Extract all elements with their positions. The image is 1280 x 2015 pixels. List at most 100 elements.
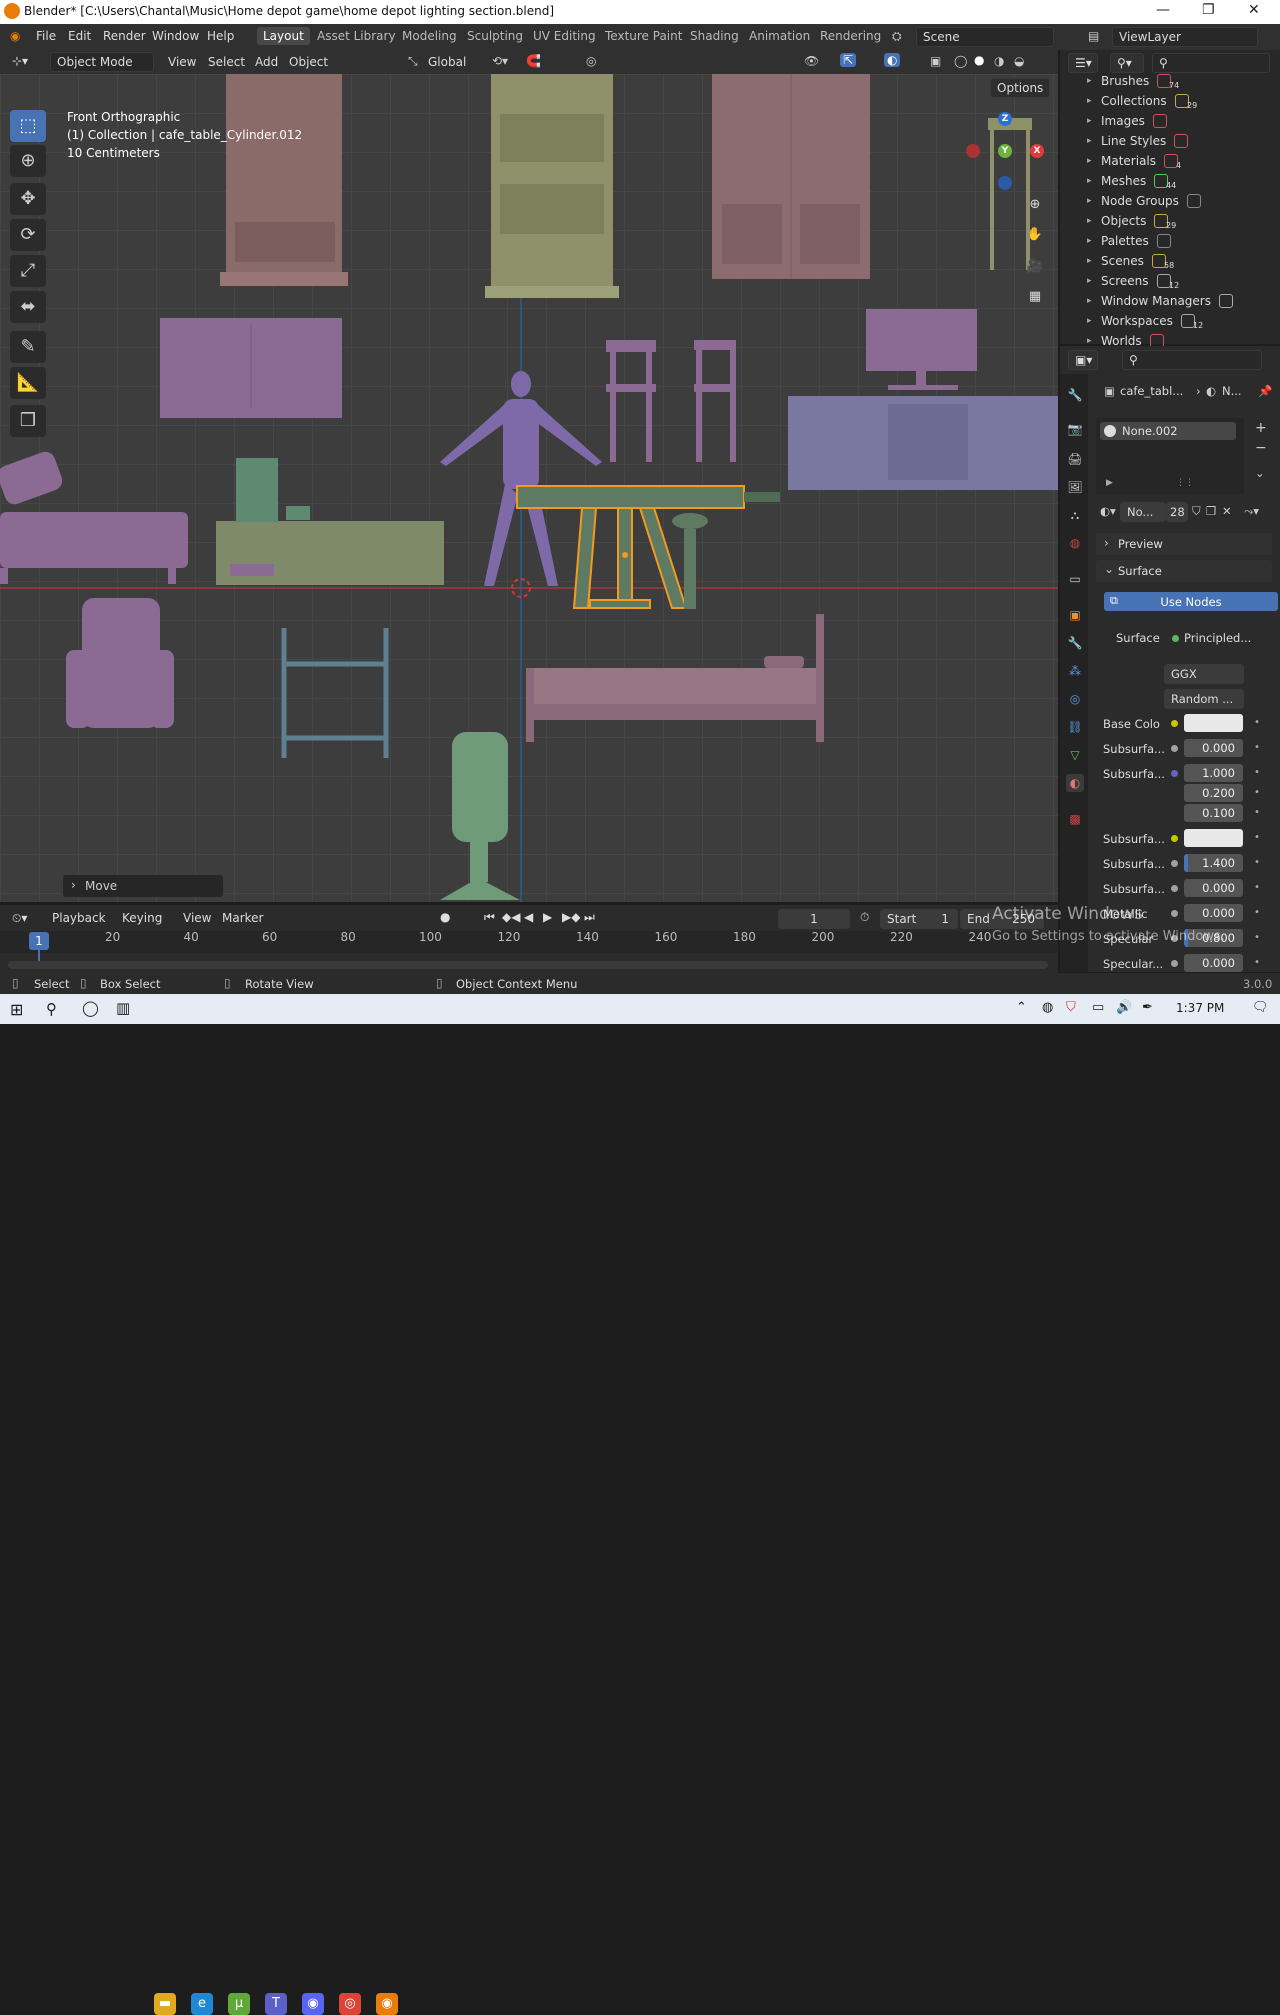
outliner-item-materials[interactable]: Materials	[1101, 154, 1156, 168]
blender-menu-icon[interactable]: ◉	[10, 29, 20, 43]
outliner-expand-icon[interactable]: ▸	[1087, 116, 1092, 126]
tray-mcafee-icon[interactable]: ⛉	[1066, 1000, 1076, 1015]
tab-modeling[interactable]: Modeling	[402, 29, 457, 43]
last-operator-panel[interactable]: › Move	[63, 875, 223, 897]
tool-tab-icon[interactable]: 🔧	[1066, 386, 1084, 404]
tab-shading[interactable]: Shading	[690, 29, 739, 43]
material-name-field[interactable]: No...	[1120, 502, 1166, 522]
chrome-icon[interactable]: ◎	[339, 1993, 361, 2015]
node-link-icon[interactable]: ⤳▾	[1244, 504, 1259, 519]
overlay-toggle-icon[interactable]: ◐	[884, 53, 901, 67]
tray-app-icon[interactable]: ◍	[1042, 1000, 1053, 1015]
outliner-item-window-managers[interactable]: Window Managers	[1101, 294, 1211, 308]
shader-input-value[interactable]: 1.400	[1184, 854, 1243, 872]
surface-shader-value[interactable]: Principled...	[1184, 631, 1251, 645]
object-tab-icon[interactable]: ▣	[1066, 606, 1084, 624]
proportional-edit-icon[interactable]: ◎	[586, 54, 596, 68]
breadcrumb-material[interactable]: N...	[1222, 384, 1242, 398]
world-tab-icon[interactable]: ◍	[1066, 534, 1084, 552]
texture-tab-icon[interactable]: ▩	[1066, 810, 1084, 828]
outliner-item-meshes[interactable]: Meshes	[1101, 174, 1146, 188]
rotate-tool-icon[interactable]: ⟳	[10, 219, 46, 251]
minimize-button[interactable]: —	[1156, 2, 1170, 18]
play-icon[interactable]: ▶	[543, 910, 552, 924]
3d-viewport[interactable]: ⬚ ⊕ ✥ ⟳ ⤢ ⬌ ✎ 📐 ❒ Front Orthographic (1)…	[0, 74, 1058, 902]
viewlayer-selector[interactable]: ViewLayer	[1112, 27, 1258, 47]
view-layer-tab-icon[interactable]: 🖼	[1066, 478, 1084, 496]
subsurface-method-dropdown[interactable]: Random ...	[1164, 689, 1244, 709]
duplicate-material-icon[interactable]: ❐	[1206, 504, 1216, 518]
pivot-icon[interactable]: ⟲▾	[492, 54, 508, 68]
outliner-expand-icon[interactable]: ▸	[1087, 216, 1092, 226]
tab-layout[interactable]: Layout	[257, 27, 310, 45]
outliner-item-objects[interactable]: Objects	[1101, 214, 1146, 228]
file-explorer-icon[interactable]: ▬	[154, 1993, 176, 2015]
blender-taskbar-icon[interactable]: ◉	[376, 1993, 398, 2015]
record-icon[interactable]: ●	[440, 910, 450, 924]
outliner-item-workspaces[interactable]: Workspaces	[1101, 314, 1173, 328]
keyframe-dot-icon[interactable]: •	[1254, 742, 1260, 753]
gizmo-toggle-icon[interactable]: ⇱	[840, 53, 857, 67]
play-reverse-icon[interactable]: ◀	[524, 910, 533, 924]
input-socket-icon[interactable]	[1171, 860, 1178, 867]
keyframe-dot-icon[interactable]: •	[1254, 787, 1260, 798]
cursor-tool-icon[interactable]: ⊕	[10, 145, 46, 177]
physics-tab-icon[interactable]: ◎	[1066, 690, 1084, 708]
gizmo-y-axis[interactable]: Y	[998, 144, 1012, 158]
gizmo-neg-z-axis[interactable]	[998, 176, 1012, 190]
shader-input-value[interactable]	[1184, 829, 1243, 847]
notifications-icon[interactable]: 🗨	[1252, 1000, 1269, 1015]
constraints-tab-icon[interactable]: ⛓	[1066, 718, 1084, 736]
menu-window[interactable]: Window	[152, 29, 199, 43]
mode-dropdown[interactable]: Object Mode	[50, 52, 154, 72]
menu-help[interactable]: Help	[207, 29, 234, 43]
task-view-icon[interactable]: ▥	[116, 999, 130, 1017]
transform-tool-icon[interactable]: ⬌	[10, 291, 46, 323]
add-cube-tool-icon[interactable]: ❒	[10, 405, 46, 437]
rendered-shading-icon[interactable]: ◒	[1014, 54, 1024, 68]
select-box-tool-icon[interactable]: ⬚	[10, 110, 46, 142]
scene-selector[interactable]: Scene	[916, 27, 1054, 47]
utorrent-icon[interactable]: µ	[228, 1993, 250, 2015]
outliner-expand-icon[interactable]: ▸	[1087, 96, 1092, 106]
output-tab-icon[interactable]: 🖨	[1066, 450, 1084, 468]
outliner-expand-icon[interactable]: ▸	[1087, 76, 1092, 86]
outliner-item-screens[interactable]: Screens	[1101, 274, 1149, 288]
object-data-tab-icon[interactable]: ▽	[1066, 746, 1084, 764]
timeline-editor-type-icon[interactable]: ⏲▾	[12, 911, 27, 926]
solid-shading-icon[interactable]: ●	[974, 53, 984, 67]
outliner-expand-icon[interactable]: ▸	[1087, 176, 1092, 186]
keyframe-dot-icon[interactable]: •	[1254, 907, 1260, 918]
wireframe-shading-icon[interactable]: ◯	[954, 54, 967, 68]
preview-panel-header[interactable]: › Preview	[1096, 533, 1272, 555]
marker-menu[interactable]: Marker	[222, 911, 263, 925]
material-tab-icon[interactable]: ◐	[1066, 774, 1084, 792]
remove-slot-button[interactable]: −	[1255, 440, 1267, 456]
render-tab-icon[interactable]: 📷	[1066, 420, 1084, 438]
tab-rendering[interactable]: Rendering	[820, 29, 881, 43]
scene-tab-icon[interactable]: ⛬	[1066, 506, 1084, 524]
modifier-tab-icon[interactable]: 🔧	[1066, 634, 1084, 652]
menu-render[interactable]: Render	[103, 29, 146, 43]
viewport-menu-object[interactable]: Object	[289, 55, 328, 69]
keyframe-dot-icon[interactable]: •	[1254, 832, 1260, 843]
annotate-tool-icon[interactable]: ✎	[10, 331, 46, 363]
timeline-scrollbar[interactable]	[8, 961, 1048, 969]
keyframe-dot-icon[interactable]: •	[1254, 882, 1260, 893]
add-slot-button[interactable]: +	[1255, 420, 1267, 436]
playback-menu[interactable]: Playback	[52, 911, 106, 925]
resize-handle-icon[interactable]: ⋮⋮	[1176, 478, 1194, 488]
jump-start-icon[interactable]: ⏮	[484, 910, 495, 925]
zoom-icon[interactable]: ⊕	[1024, 194, 1046, 216]
keying-menu[interactable]: Keying	[122, 911, 162, 925]
menu-file[interactable]: File	[36, 29, 56, 43]
viewport-menu-select[interactable]: Select	[208, 55, 245, 69]
outliner-item-scenes[interactable]: Scenes	[1101, 254, 1144, 268]
jump-keyframe-forward-icon[interactable]: ▶◆	[562, 910, 580, 924]
viewport-menu-view[interactable]: View	[168, 55, 196, 69]
breadcrumb-object[interactable]: cafe_tabl...	[1120, 384, 1183, 398]
options-dropdown[interactable]: Options	[990, 78, 1050, 98]
tab-sculpting[interactable]: Sculpting	[467, 29, 523, 43]
outliner-expand-icon[interactable]: ▸	[1087, 316, 1092, 326]
material-shading-icon[interactable]: ◑	[994, 54, 1004, 68]
